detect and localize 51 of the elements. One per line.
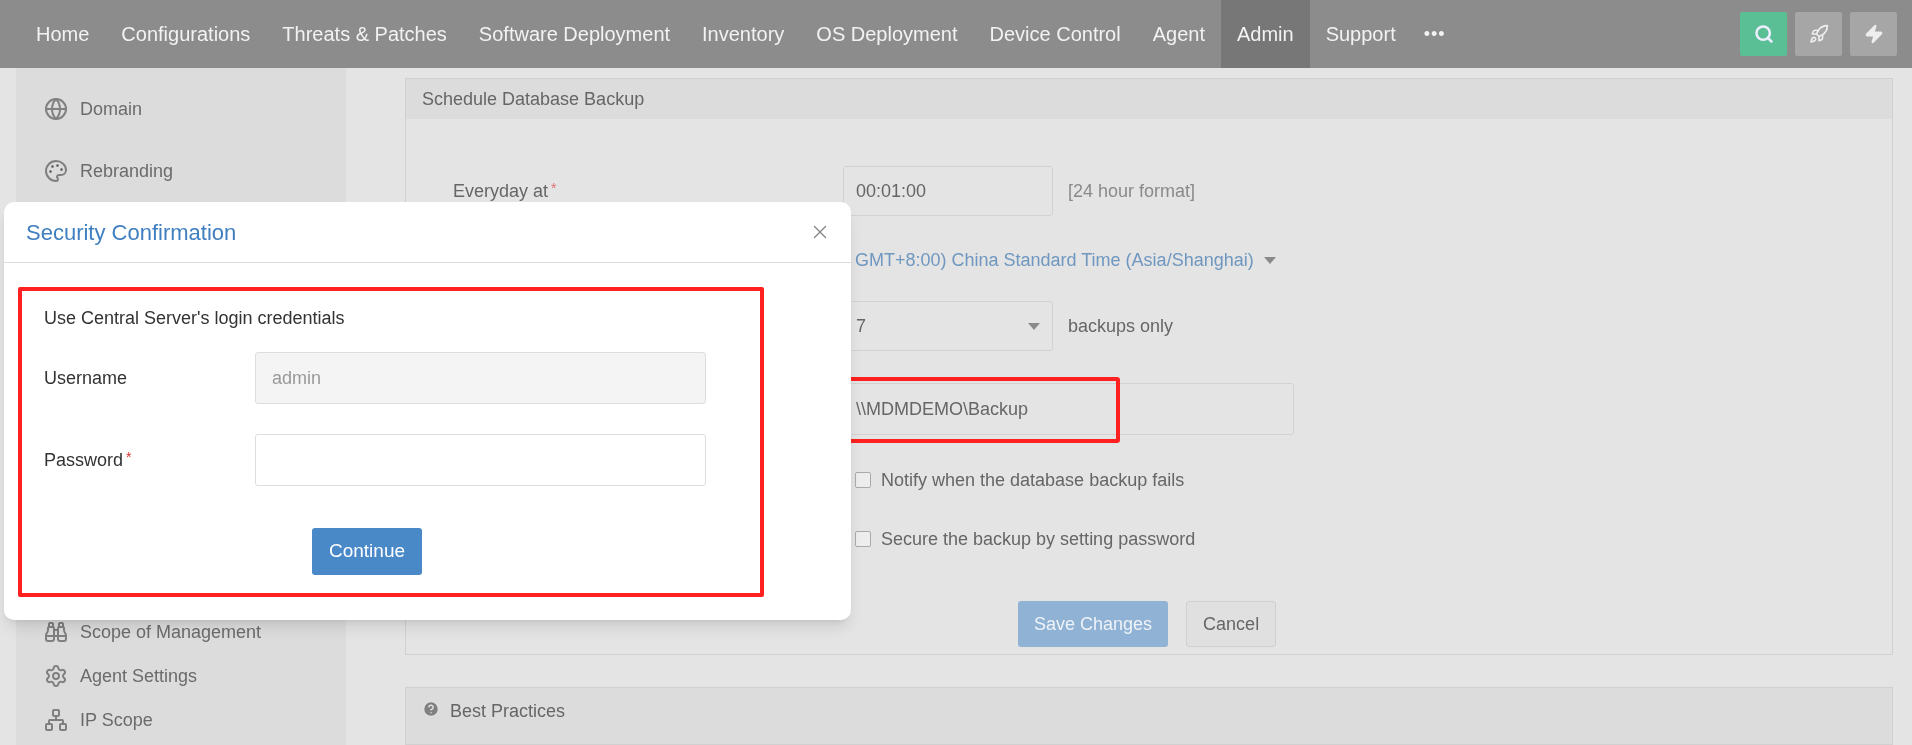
sidebar-item-icon [44, 97, 68, 121]
password-label: Password [44, 448, 124, 472]
caret-icon [1263, 256, 1276, 264]
password-input[interactable] [255, 434, 706, 486]
caret-icon [1028, 322, 1040, 330]
help-icon [422, 699, 440, 718]
nav-tab[interactable]: Device Control [973, 0, 1137, 68]
search-icon [1753, 24, 1774, 44]
nav-tab[interactable]: Threats & Patches [266, 0, 463, 68]
dialog-intro: Use Central Server's login credentials [44, 307, 346, 330]
nav-tab[interactable]: Inventory [686, 0, 801, 68]
nav-tab[interactable]: Configurations [105, 0, 267, 68]
save-changes-button[interactable]: Save Changes [1018, 601, 1169, 647]
sidebar-item[interactable]: Rebranding [80, 157, 174, 185]
nav-tab[interactable]: OS Deployment [800, 0, 974, 68]
continue-button[interactable]: Continue [311, 528, 423, 575]
sidebar-item[interactable]: Domain [80, 95, 143, 123]
nav-tab[interactable]: Support [1309, 0, 1412, 68]
required-mark: * [126, 447, 132, 467]
lightning-button[interactable] [1850, 12, 1897, 56]
rocket-icon [1808, 24, 1829, 44]
username-label: Username [44, 366, 129, 390]
search-button[interactable] [1740, 12, 1787, 56]
timezone-link[interactable]: GMT+8:00) China Standard Time (Asia/Shanghai) [855, 246, 1254, 274]
lightning-icon [1863, 24, 1884, 44]
checkbox[interactable] [855, 472, 871, 488]
more-menu[interactable]: ••• [1411, 20, 1458, 48]
time-input[interactable]: 00:01:00 [843, 166, 1053, 216]
nav-tab[interactable]: Admin [1220, 0, 1310, 68]
sidebar-item-icon [44, 620, 68, 644]
nav-tab[interactable]: Home [20, 0, 106, 68]
nav-tab[interactable]: Software Deployment [462, 0, 687, 68]
required-mark: * [551, 178, 557, 198]
sidebar-item-icon [44, 708, 68, 732]
rocket-button[interactable] [1795, 12, 1842, 56]
best-practices-title: Best Practices [450, 699, 566, 723]
checkbox[interactable] [855, 531, 871, 547]
sidebar-item[interactable]: Agent Settings [80, 662, 198, 690]
panel-title: Schedule Database Backup [422, 87, 645, 111]
checkbox-label: Secure the backup by setting password [881, 527, 1196, 551]
format-hint: [24 hour format] [1068, 179, 1196, 203]
cancel-button[interactable]: Cancel [1186, 601, 1277, 647]
sidebar-item-icon [44, 664, 68, 688]
sidebar-item-icon [44, 159, 68, 183]
checkbox-label: Notify when the database backup fails [881, 468, 1185, 492]
retain-suffix: backups only [1068, 314, 1174, 338]
nav-tab[interactable]: Agent [1136, 0, 1221, 68]
sidebar-item[interactable]: IP Scope [80, 706, 153, 734]
dialog-title: Security Confirmation [26, 218, 237, 247]
sidebar-item[interactable]: Scope of Management [80, 618, 262, 646]
field-label: Everyday at [453, 179, 549, 203]
